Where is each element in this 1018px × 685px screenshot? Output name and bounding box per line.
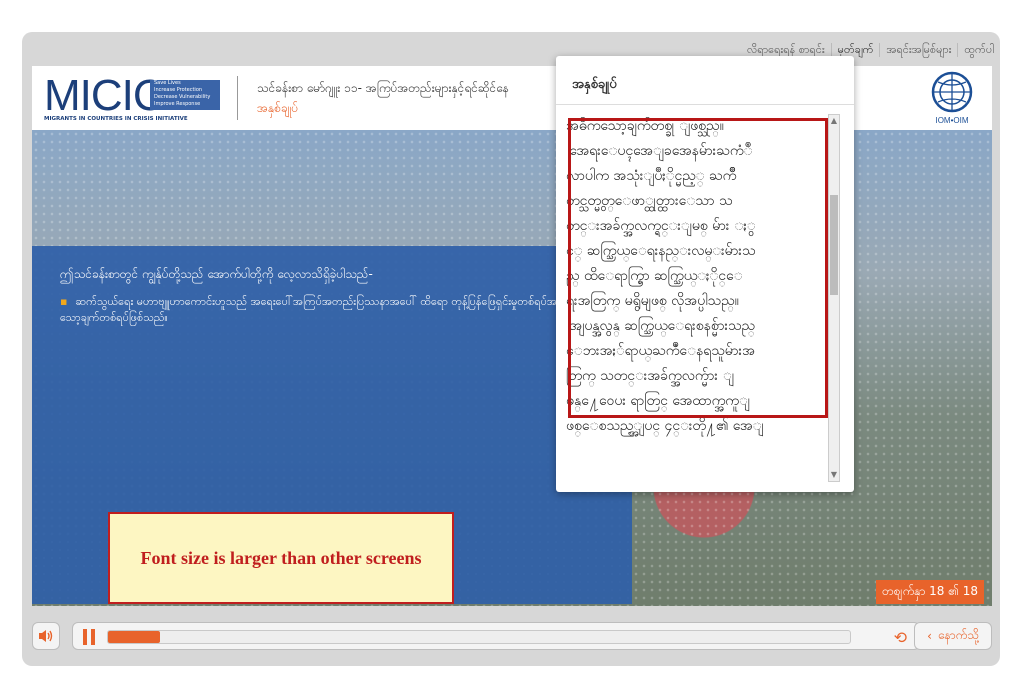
scroll-down-icon[interactable]: ▼ xyxy=(829,469,839,481)
popup-line: ဖစ္ေစသည့္အျပင္ ၄င္းတို႔၏ အေျ xyxy=(566,418,764,434)
logo-text: MICIC xyxy=(44,71,165,120)
logo-subtitle: MIGRANTS IN COUNTRIES IN CRISIS INITIATI… xyxy=(44,116,188,122)
notes-popup[interactable]: အနှစ်ချုပ် အဓိကသော့ချက်တစ္ခု ျဖစ္သည္။ အေ… xyxy=(556,56,854,492)
back-label: နောက်သို့ xyxy=(937,628,979,642)
popup-line: င့္ ဆက္သြယ္ေရးနည္းလမ္းမ်ားသ xyxy=(566,243,756,259)
section-title: အနှစ်ချုပ် xyxy=(257,101,299,115)
player-controls: ⟲ ‹ နောက်သို့ xyxy=(32,620,992,652)
logo-tagline-1: Save Lives xyxy=(154,80,181,86)
popup-body[interactable]: အဓိကသော့ချက်တစ္ခု ျဖစ္သည္။ အေရးေပၚအေျခအေ… xyxy=(566,114,828,482)
popup-scrollbar[interactable]: ▲ ▼ xyxy=(828,114,840,482)
replay-icon[interactable]: ⟲ xyxy=(894,628,907,647)
popup-line: တင္သတ္မွတ္ေဖာ္ထုတ္ထားေသာ သ xyxy=(566,193,733,209)
slide-counter: တစျက်နှာ 18 ၏ 18 xyxy=(876,580,984,604)
nav-resources[interactable]: အရင်းအမြစ်များ xyxy=(879,43,957,57)
popup-line: ေဘးအႏၲရာယ္ႀကဳံေနရသူမ်ားအ xyxy=(566,343,755,359)
popup-line: အျပန္အလွန္ ဆက္သြယ္ေရးစနစ္မ်ားသည္ xyxy=(566,314,828,339)
intro-text: ဤသင်ခန်းစာတွင် ကျွန်ုပ်တို့သည် အောက်ပါတိ… xyxy=(60,267,373,281)
content-panel: ဤသင်ခန်းစာတွင် ကျွန်ုပ်တို့သည် အောက်ပါတိ… xyxy=(32,246,632,604)
popup-divider xyxy=(556,104,854,105)
volume-button[interactable] xyxy=(32,622,60,650)
module-title: သင်ခန်းစာ မော်ဂျူး ၁၁- အကြပ်အတည်းများနှင… xyxy=(257,81,509,95)
bullet-text: ဆက်သွယ်ရေး မဟာဗျူဟာကောင်းဟူသည် အရေးပေါ်အ… xyxy=(60,295,609,324)
playback-bar: ⟲ xyxy=(72,622,920,650)
chevron-left-icon: ‹ xyxy=(927,629,932,643)
bullet-item: ▪ ဆက်သွယ်ရေး မဟာဗျူဟာကောင်းဟူသည် အရေးပေါ်… xyxy=(60,294,620,326)
popup-line: တြက္ သတင္းအခ်က္အလက္မ်ား ျ xyxy=(566,368,734,384)
iom-logo-icon: IOM•OIM xyxy=(931,71,973,125)
review-note: Font size is larger than other screens xyxy=(108,512,454,604)
speaker-icon xyxy=(39,630,53,642)
iom-label: IOM•OIM xyxy=(935,116,968,125)
popup-line: လာပါက အသုံးျပဳႏိုင္မည့္ ႀကိဳ xyxy=(566,168,737,184)
scroll-thumb[interactable] xyxy=(830,195,838,295)
popup-line: အဓိကသော့ချက်တစ္ခု ျဖစ္သည္။ xyxy=(566,118,724,134)
popup-line: အေရးေပၚအေျခအေနမ်ားႀကံဳ xyxy=(566,139,828,164)
back-button[interactable]: ‹ နောက်သို့ xyxy=(914,622,992,650)
popup-title: အနှစ်ချုပ် xyxy=(572,77,617,92)
popup-line: တင္းအခ်က္အလက္ရင္းျမစ္ မ်ား ႏွ xyxy=(566,218,756,234)
bullet-square-icon: ▪ xyxy=(60,295,68,308)
logo-tagline-3: Decrease Vulnerability xyxy=(154,94,211,100)
logo-tagline-4: Improve Response xyxy=(154,101,201,107)
nav-exit[interactable]: ထွက်ပါ xyxy=(957,43,1000,57)
progress-fill xyxy=(108,631,160,643)
pause-icon[interactable] xyxy=(83,629,95,645)
popup-line: ည္ ထိေရာက္စြာ ဆက္သြယ္ႏိုင္ေ xyxy=(566,268,743,284)
header-divider xyxy=(237,76,238,120)
progress-bar[interactable] xyxy=(107,630,851,644)
nav-notes[interactable]: မှတ်ချက် xyxy=(830,43,880,57)
logo-tagline: Save Lives Increase Protection Decrease … xyxy=(150,80,220,110)
nav-glossary[interactable]: လိရာရေးရန် စာရင်း xyxy=(741,43,831,57)
popup-line: ရးအတြက္ မရွိမျဖစ္ လိုအပ္ပါသည္။ xyxy=(566,293,739,309)
popup-line: ဖန္႔ေဝေပး ရာတြင္ အေထာက္အကူျ xyxy=(566,393,750,409)
micic-logo: MICIC Save Lives Increase Protection Dec… xyxy=(44,74,224,124)
logo-tagline-2: Increase Protection xyxy=(154,87,203,93)
scroll-up-icon[interactable]: ▲ xyxy=(829,115,839,127)
